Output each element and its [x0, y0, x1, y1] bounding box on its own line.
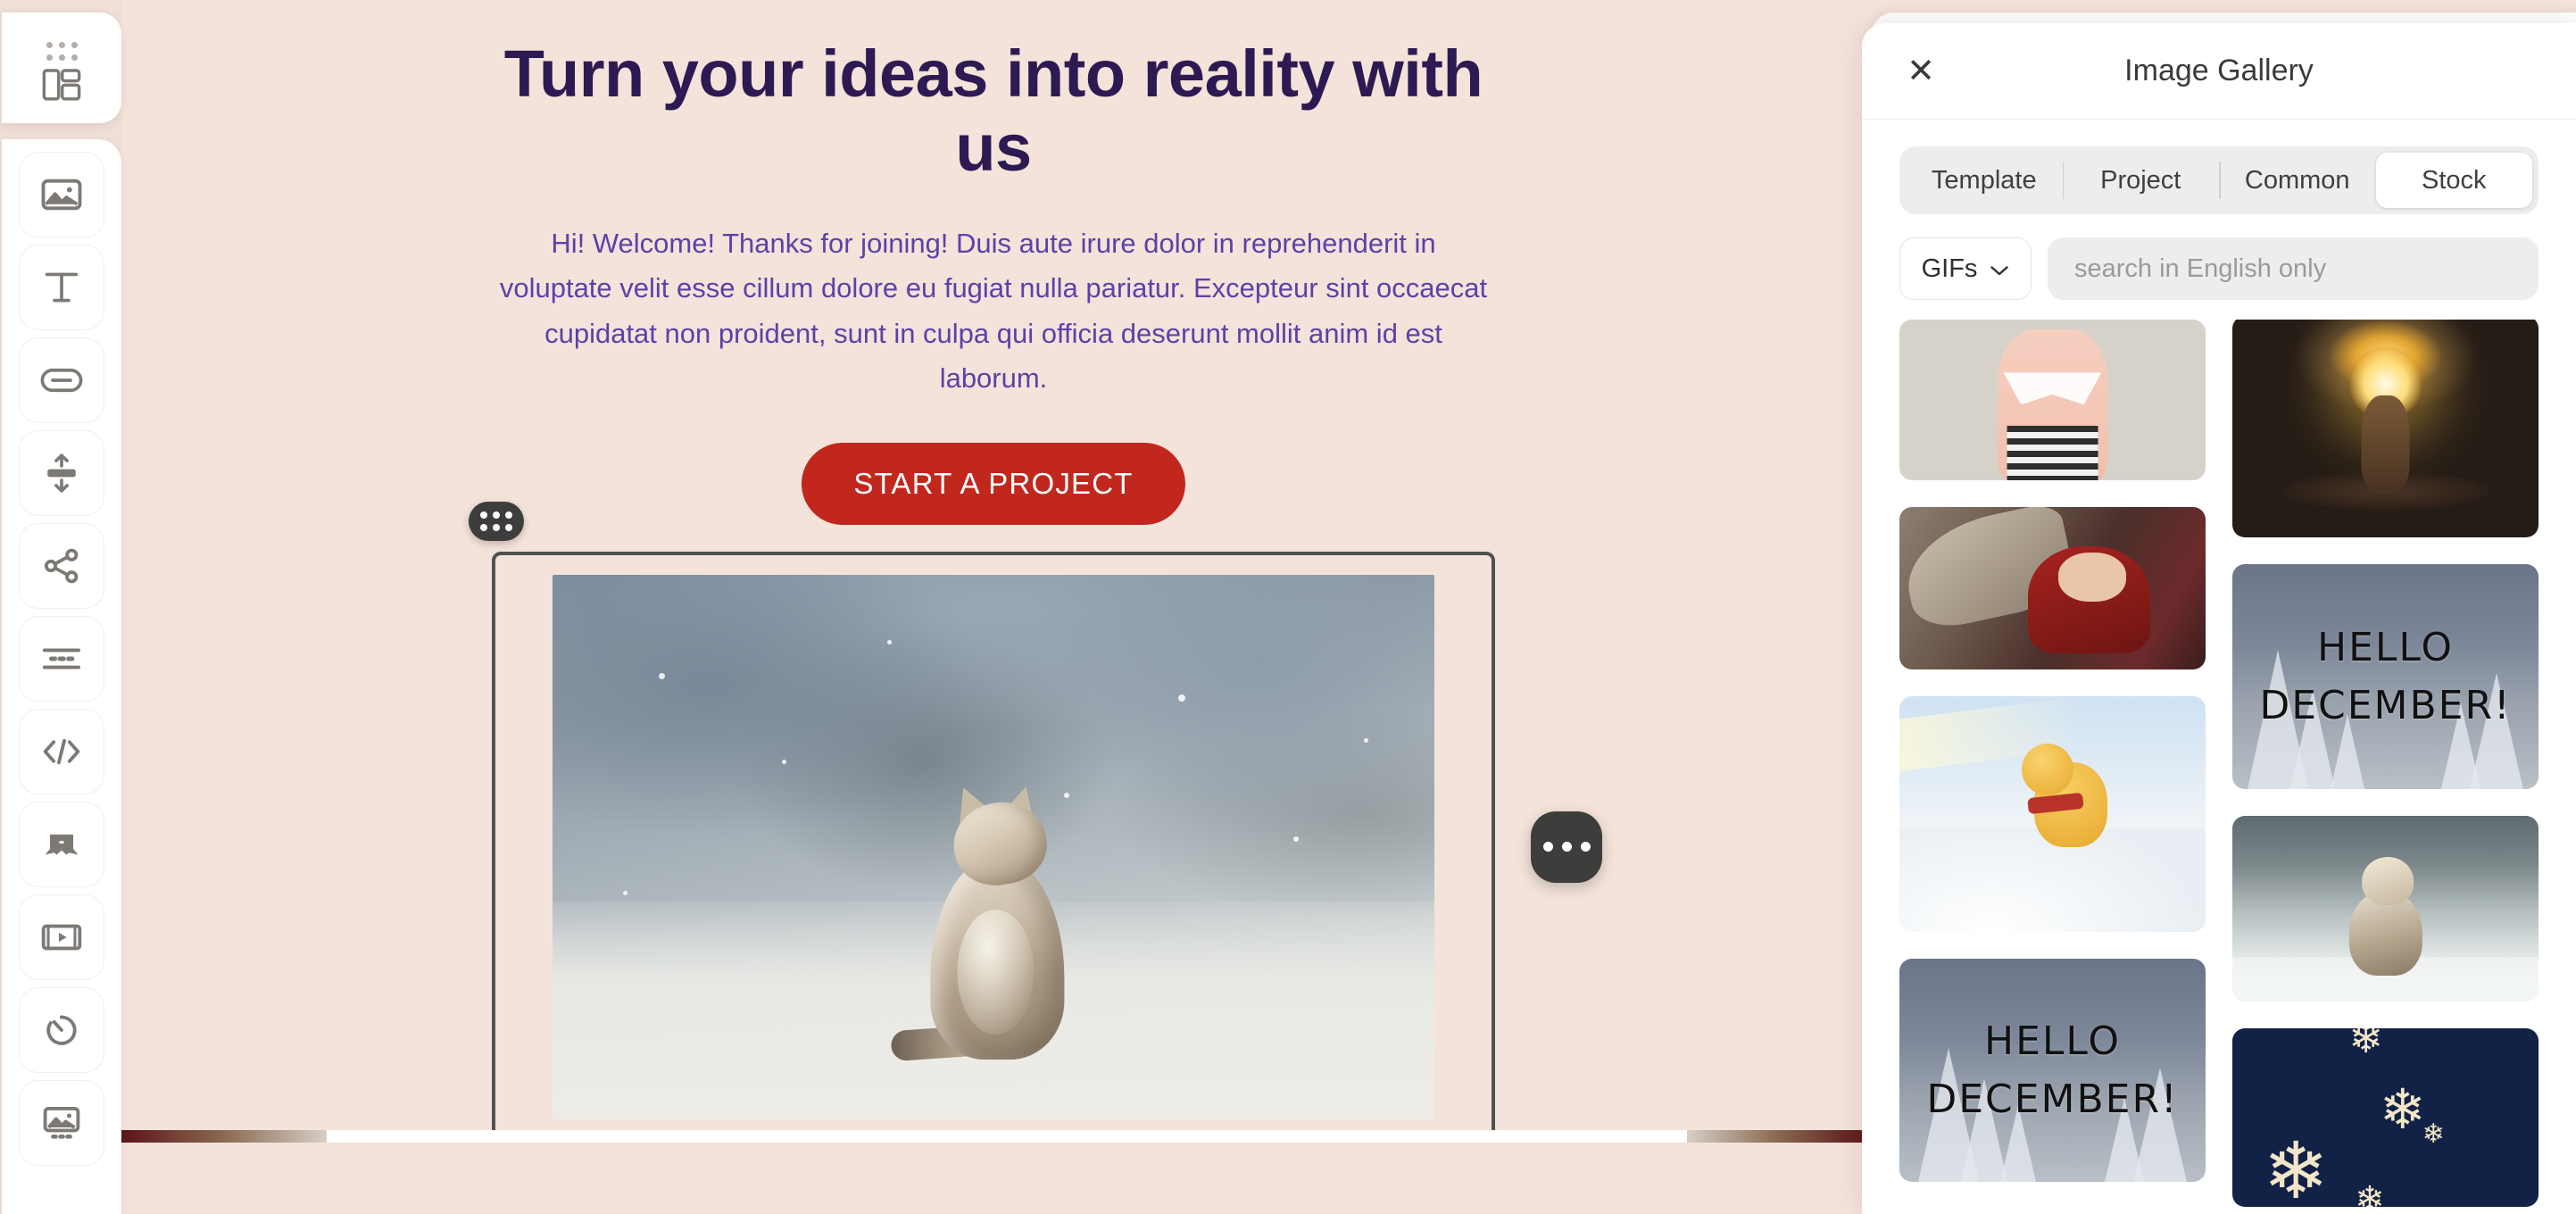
tool-video[interactable]: [19, 894, 104, 980]
gallery-item-caption: HELLO DECEMBER!: [2232, 564, 2539, 789]
page-body-text: Hi! Welcome! Thanks for joining! Duis au…: [499, 227, 1488, 395]
gallery-results-grid[interactable]: HELLO DECEMBER! HELLO DECEMBER! ❄ ❄ ❄ ❄ …: [1862, 320, 2576, 1214]
grid-dots-icon: [480, 511, 512, 531]
close-icon[interactable]: ✕: [1901, 52, 1940, 91]
banner-ribbon-icon: [41, 828, 82, 861]
gallery-item-mannequin[interactable]: [1899, 320, 2206, 480]
image-icon: [41, 177, 82, 212]
video-play-icon: [41, 922, 82, 952]
image-selection-outline[interactable]: [492, 551, 1495, 1143]
tool-text[interactable]: [19, 245, 104, 330]
layout-template-icon: [42, 67, 81, 107]
image-carousel-icon: [41, 1105, 82, 1141]
caption-line-2: DECEMBER!: [1926, 1077, 2179, 1122]
tool-spacer[interactable]: [19, 430, 104, 516]
grid-dots-icon: [46, 42, 78, 61]
text-t-icon: [42, 270, 81, 305]
tool-button[interactable]: [19, 337, 104, 423]
gallery-column-left: HELLO DECEMBER!: [1899, 320, 2206, 1214]
search-input[interactable]: [2048, 237, 2539, 300]
caption-line-1: HELLO: [2317, 625, 2454, 670]
media-type-label: GIFs: [1921, 254, 1978, 283]
tool-divider[interactable]: [19, 616, 104, 702]
tool-social-share[interactable]: [19, 523, 104, 609]
email-page: Turn your ideas into reality with us Hi!…: [121, 0, 1866, 1143]
gallery-item-glowing-deer[interactable]: [2232, 320, 2539, 537]
divider-icon: [41, 645, 82, 672]
gallery-search-row: GIFs: [1862, 214, 2576, 320]
tab-project[interactable]: Project: [2062, 153, 2220, 208]
photo-kitten: [890, 765, 1094, 1061]
kitten-snow-photo[interactable]: [553, 574, 1434, 1119]
tool-timer[interactable]: [19, 987, 104, 1073]
tab-stock[interactable]: Stock: [2375, 153, 2532, 208]
gallery-item-kid-scarf[interactable]: [1899, 507, 2206, 669]
tool-html-code[interactable]: [19, 709, 104, 794]
tool-image[interactable]: [19, 152, 104, 237]
share-nodes-icon: [42, 547, 81, 585]
spacer-arrows-icon: [43, 453, 80, 493]
gallery-header: ✕ Image Gallery: [1862, 23, 2576, 120]
tool-banner[interactable]: [19, 802, 104, 887]
page-title: Turn your ideas into reality with us: [503, 37, 1483, 185]
start-a-project-button[interactable]: START A PROJECT: [802, 442, 1185, 525]
chevron-down-icon: [1990, 254, 2009, 284]
block-more-options[interactable]: [1531, 811, 1602, 883]
gallery-tabs: Template Project Common Stock: [1899, 146, 2539, 214]
gallery-title: Image Gallery: [2124, 54, 2314, 87]
tab-common[interactable]: Common: [2219, 153, 2376, 208]
gallery-item-hello-december-a[interactable]: HELLO DECEMBER!: [1899, 959, 2206, 1182]
button-icon: [40, 366, 83, 395]
gallery-item-snowflakes[interactable]: ❄ ❄ ❄ ❄ ❄: [2232, 1028, 2539, 1207]
gallery-item-caption: HELLO DECEMBER!: [1899, 959, 2206, 1182]
selected-image-block[interactable]: [469, 501, 1602, 1143]
gallery-item-kitten-snow[interactable]: [2232, 816, 2539, 1002]
tab-template[interactable]: Template: [1906, 153, 2063, 208]
media-type-select[interactable]: GIFs: [1899, 237, 2032, 300]
caption-line-1: HELLO: [1984, 1019, 2121, 1064]
image-gallery-panel: ✕ Image Gallery Template Project Common …: [1862, 23, 2576, 1214]
drag-handle[interactable]: [469, 501, 524, 541]
gallery-item-hello-december-b[interactable]: HELLO DECEMBER!: [2232, 564, 2539, 789]
next-section-preview: [121, 1129, 1866, 1143]
cta-container: START A PROJECT: [121, 442, 1866, 525]
gallery-tabs-wrapper: Template Project Common Stock: [1862, 120, 2576, 214]
tool-image-carousel[interactable]: [19, 1080, 104, 1166]
gallery-column-right: HELLO DECEMBER! ❄ ❄ ❄ ❄ ❄: [2232, 320, 2539, 1214]
gallery-item-pooh-snow[interactable]: [1899, 696, 2206, 932]
layout-template-button[interactable]: [2, 12, 121, 123]
left-toolbar: [0, 0, 121, 1214]
countdown-timer-icon: [42, 1011, 81, 1049]
toolbar-tool-list: [2, 139, 121, 1214]
code-brackets-icon: [41, 736, 82, 768]
caption-line-2: DECEMBER!: [2259, 683, 2512, 728]
